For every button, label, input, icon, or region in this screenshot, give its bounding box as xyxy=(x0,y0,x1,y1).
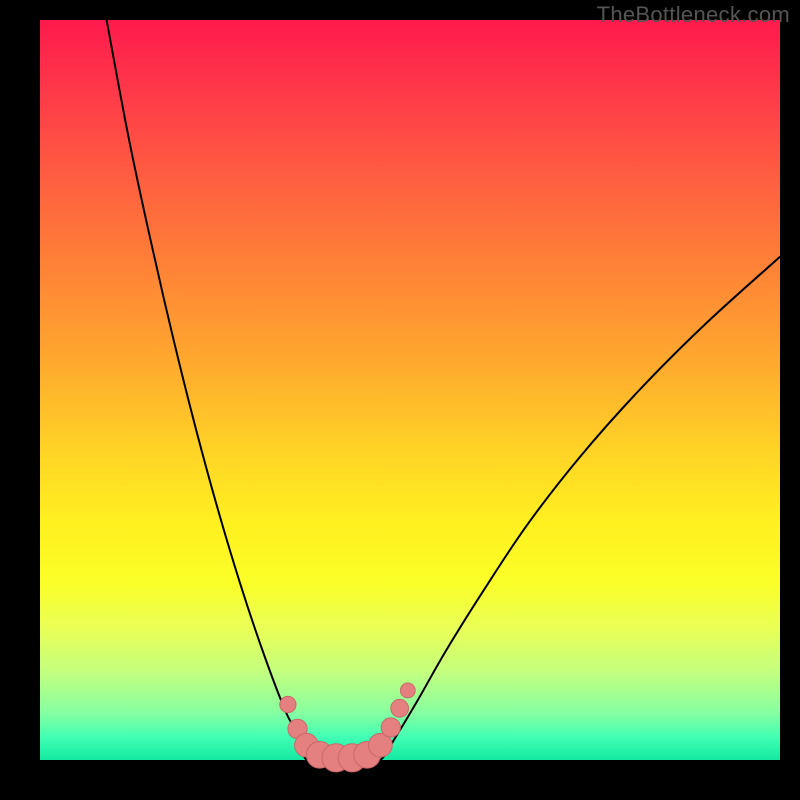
marker-group xyxy=(280,683,415,772)
series-group xyxy=(107,20,780,762)
valley-marker xyxy=(391,699,409,717)
valley-marker xyxy=(381,718,400,737)
valley-marker xyxy=(280,696,296,712)
valley-marker xyxy=(400,683,415,698)
chart-frame: TheBottleneck.com xyxy=(0,0,800,800)
bottleneck-curve xyxy=(107,20,780,762)
plot-area xyxy=(40,20,780,760)
curve-layer xyxy=(40,20,780,760)
attribution-label: TheBottleneck.com xyxy=(597,2,790,28)
